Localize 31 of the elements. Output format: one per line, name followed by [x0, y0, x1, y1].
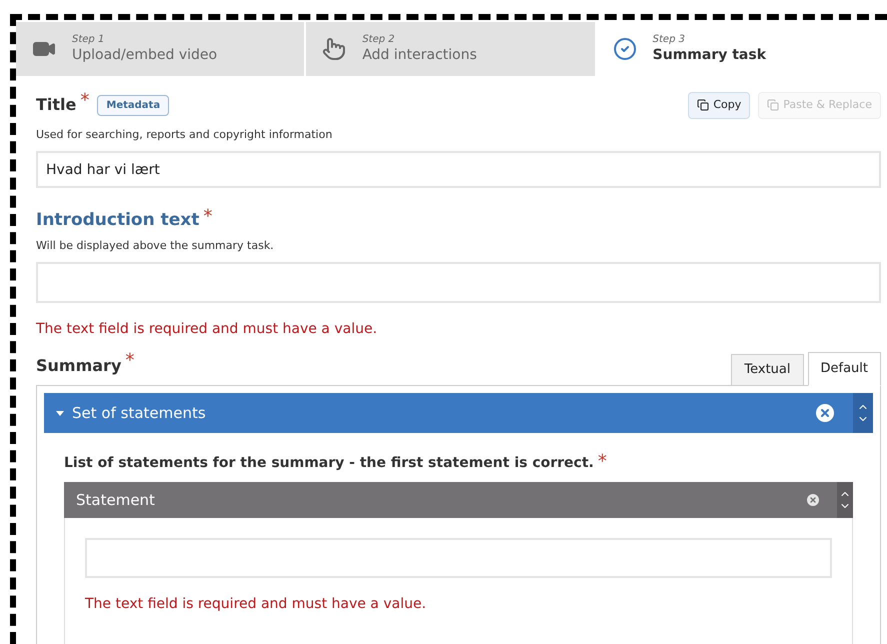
title-input[interactable]: Hvad har vi lært — [36, 151, 881, 188]
action-button[interactable]: Copy — [688, 92, 750, 118]
view-tab[interactable]: Default — [808, 352, 881, 386]
required-asterisk: * — [125, 352, 134, 370]
field-description: Used for searching, reports and copyright information — [36, 126, 334, 142]
copy-icon — [767, 99, 780, 112]
remove-icon[interactable] — [805, 492, 821, 508]
intro-input[interactable] — [36, 262, 881, 303]
statement-header: Statement — [75, 490, 156, 511]
error-message: The text field is required and must have a value. — [36, 320, 378, 339]
list-label: List of statements for the summary - the first statement is correct. — [64, 454, 594, 473]
check-circle-icon — [612, 37, 637, 61]
error-message: The text field is required and must have a value. — [85, 595, 428, 614]
caret-icon — [56, 410, 64, 416]
field-label: Title — [36, 94, 76, 116]
field-label: Introduction text — [36, 209, 200, 232]
view-tab[interactable]: Textual — [731, 354, 804, 386]
statement-input[interactable] — [85, 538, 832, 578]
step-tab[interactable]: Step 2 Add interactions — [306, 22, 595, 76]
required-asterisk: * — [80, 92, 90, 110]
reorder-handle[interactable] — [837, 482, 853, 518]
metadata-tag[interactable]: Metadata — [97, 94, 170, 116]
field-label: Summary — [36, 355, 122, 377]
step-tab[interactable]: Step 1 Upload/embed video — [16, 22, 304, 76]
remove-icon[interactable] — [813, 401, 837, 425]
required-asterisk: * — [203, 208, 212, 226]
required-asterisk: * — [598, 453, 607, 471]
reorder-handle[interactable] — [853, 393, 873, 433]
field-description: Will be displayed above the summary task. — [36, 238, 275, 254]
copy-icon — [697, 99, 710, 112]
tap-icon — [322, 37, 346, 61]
